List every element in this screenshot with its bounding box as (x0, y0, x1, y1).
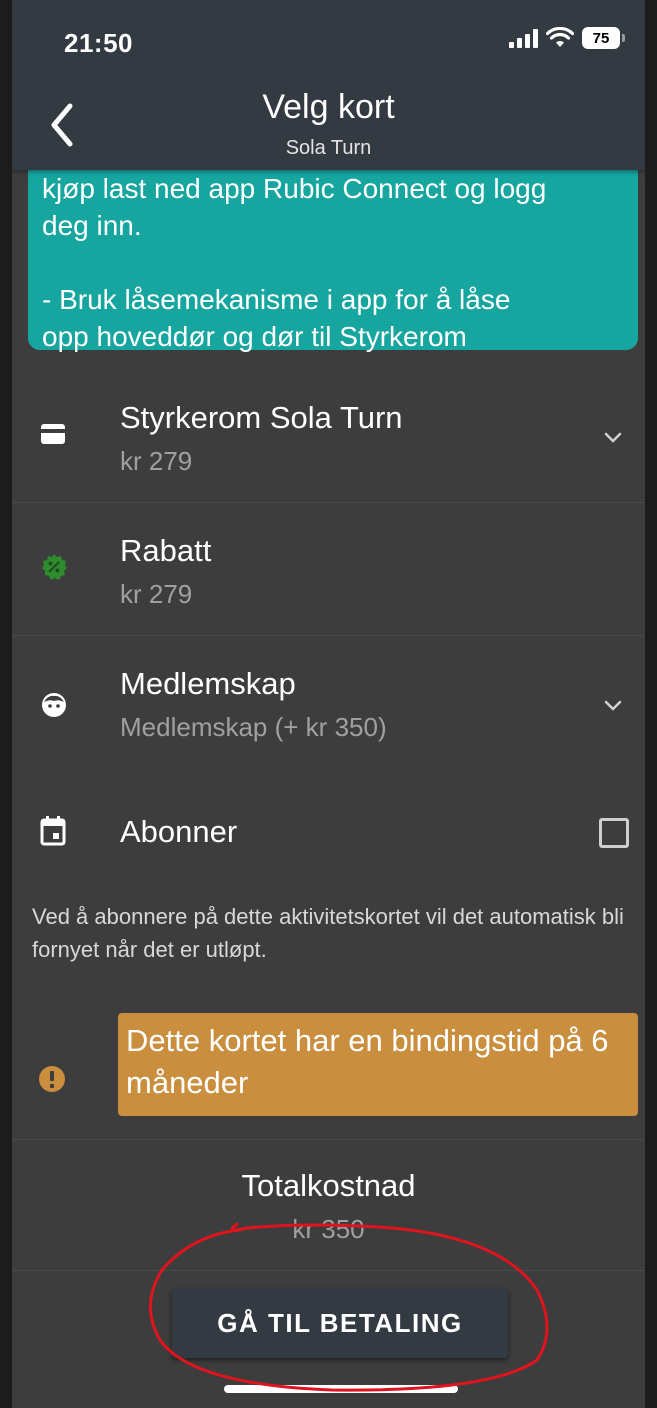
subscribe-label: Abonner (120, 814, 238, 849)
subscribe-row[interactable]: Abonner (12, 790, 645, 880)
home-indicator (224, 1385, 458, 1393)
membership-title: Medlemskap (120, 666, 296, 701)
battery-level: 75 (582, 27, 620, 49)
divider (12, 1270, 645, 1271)
membership-select-row[interactable]: Medlemskap Medlemskap (+ kr 350) (12, 636, 645, 769)
discount-price: kr 279 (120, 579, 193, 609)
credit-card-icon (41, 424, 65, 444)
calendar-icon (40, 816, 66, 846)
card-select-row[interactable]: Styrkerom Sola Turn kr 279 (12, 370, 645, 503)
binding-warning: Dette kortet har en bindingstid på 6 mån… (118, 1013, 638, 1116)
divider (12, 1139, 645, 1140)
subscribe-checkbox[interactable] (599, 818, 629, 848)
membership-value: Medlemskap (+ kr 350) (120, 712, 387, 742)
chevron-down-icon[interactable] (601, 693, 625, 717)
app-screen: kjøp last ned app Rubic Connect og logg … (12, 0, 645, 1408)
info-line: deg inn. (42, 210, 142, 241)
discount-title: Rabatt (120, 533, 212, 568)
subscribe-note: Ved å abonnere på dette aktivitetskortet… (32, 904, 624, 962)
cellular-signal-icon (509, 28, 538, 48)
go-to-payment-button[interactable]: GÅ TIL BETALING (172, 1288, 508, 1358)
discount-row: Rabatt kr 279 (12, 503, 645, 636)
status-time: 21:50 (64, 28, 133, 58)
status-icons: 75 (509, 27, 625, 49)
info-line: opp hoveddør og dør til Styrkerom (42, 321, 467, 352)
page-subtitle: Sola Turn (285, 137, 372, 159)
face-icon (42, 693, 66, 717)
discount-badge-icon (42, 554, 67, 580)
battery-icon: 75 (582, 27, 625, 49)
page-title: Velg kort (262, 88, 395, 126)
card-title: Styrkerom Sola Turn (120, 400, 403, 435)
exclamation-icon (39, 1066, 65, 1092)
chevron-down-icon[interactable] (601, 425, 625, 449)
total-value: kr 350 (292, 1214, 365, 1244)
wifi-icon (546, 27, 574, 47)
total-label: Totalkostnad (241, 1168, 416, 1203)
card-price: kr 279 (120, 446, 193, 476)
app-header: 21:50 75 Velg kort Sola Turn (12, 0, 645, 170)
info-line: kjøp last ned app Rubic Connect og logg (42, 173, 547, 204)
info-line: - Bruk låsemekanisme i app for å låse (42, 284, 511, 315)
